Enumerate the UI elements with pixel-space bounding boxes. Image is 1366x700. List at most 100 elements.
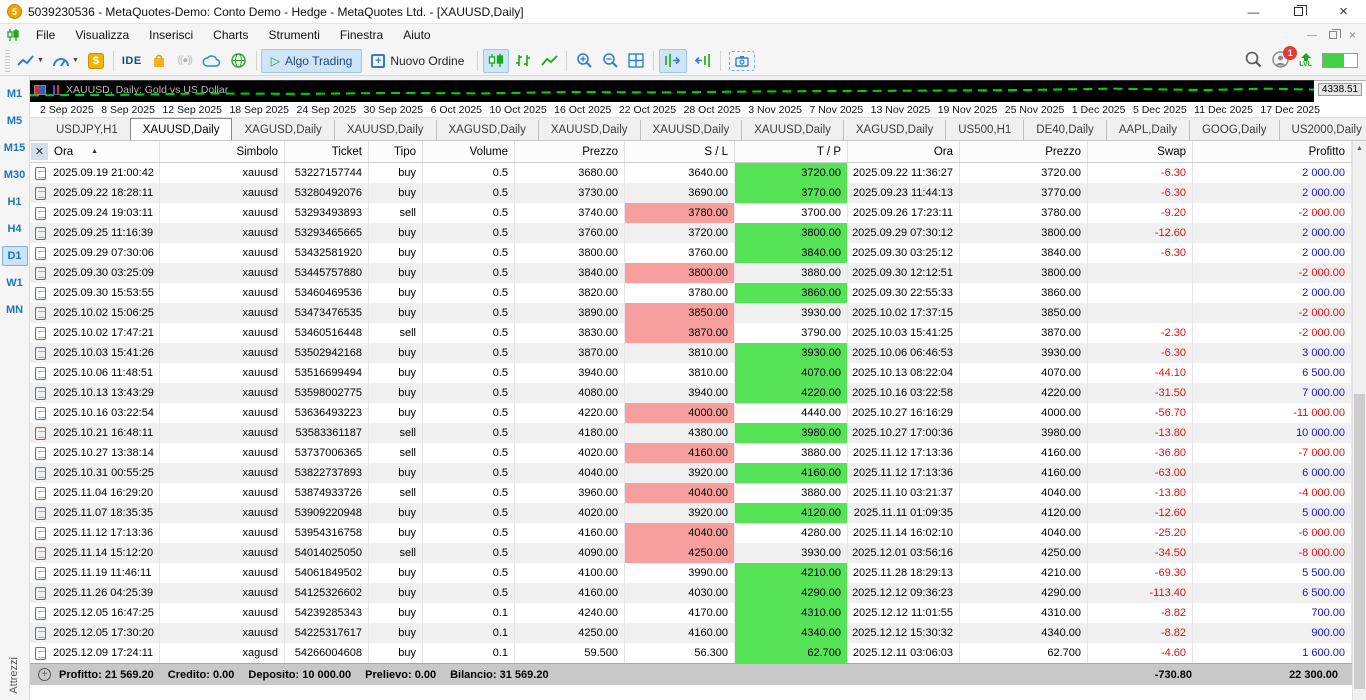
table-row[interactable]: 2025.10.31 00:55:25 xauusd 53822737893 b… xyxy=(30,463,1352,483)
chart-tab[interactable]: US2000,Daily xyxy=(1279,120,1366,140)
table-row[interactable]: 2025.12.09 17:24:11 xagusd 54266004608 b… xyxy=(30,643,1352,663)
one-click-trading-icon[interactable] xyxy=(51,85,61,95)
notifications-button[interactable]: 1 xyxy=(1272,51,1289,71)
chart-tab[interactable]: XAGUSD,Daily xyxy=(436,120,538,140)
chart-tab[interactable]: XAGUSD,Daily xyxy=(232,120,333,140)
market-button[interactable] xyxy=(147,49,171,73)
scrollbar-thumb[interactable] xyxy=(1354,394,1365,689)
col-header-sl[interactable]: S / L xyxy=(625,141,735,162)
indicators-button[interactable]: ▼ xyxy=(49,49,82,73)
timeframe-button[interactable]: H4 xyxy=(2,219,28,239)
table-row[interactable]: 2025.10.21 16:48:11 xauusd 53583361187 s… xyxy=(30,423,1352,443)
col-header-close-time[interactable]: Ora xyxy=(848,141,960,162)
timeframe-button[interactable]: M30 xyxy=(2,165,28,185)
table-row[interactable]: 2025.09.24 19:03:11 xauusd 53293493893 s… xyxy=(30,203,1352,223)
col-header-swap[interactable]: Swap xyxy=(1088,141,1193,162)
timeframe-button[interactable]: M15 xyxy=(2,138,28,158)
new-order-button[interactable]: + Nuovo Ordine xyxy=(362,49,473,73)
expand-icon[interactable]: + xyxy=(38,668,51,681)
levels-button[interactable]: LVL xyxy=(1299,53,1312,68)
menu-item[interactable]: File xyxy=(26,24,65,46)
candlestick-mode-button[interactable] xyxy=(483,49,509,73)
line-mode-button[interactable] xyxy=(537,49,561,73)
timeframe-button[interactable]: D1 xyxy=(2,246,28,266)
chart-tab[interactable]: GOOG,Daily xyxy=(1189,120,1279,140)
chart-tab[interactable]: XAUUSD,Daily xyxy=(538,120,640,140)
col-header-symbol[interactable]: Simbolo xyxy=(160,141,285,162)
table-row[interactable]: 2025.10.16 03:22:54 xauusd 53636493223 b… xyxy=(30,403,1352,423)
timeframe-button[interactable]: M1 xyxy=(2,84,28,104)
col-header-profit[interactable]: Profitto xyxy=(1193,141,1352,162)
scroll-up-icon[interactable]: ▲ xyxy=(1353,141,1366,155)
mdi-close-button[interactable]: × xyxy=(1349,28,1356,42)
community-button[interactable] xyxy=(227,49,251,73)
col-header-tp[interactable]: T / P xyxy=(735,141,848,162)
table-row[interactable]: 2025.11.26 04:25:39 xauusd 54125326602 b… xyxy=(30,583,1352,603)
table-row[interactable]: 2025.11.04 16:29:20 xauusd 53874933726 s… xyxy=(30,483,1352,503)
vps-button[interactable] xyxy=(199,49,225,73)
depth-of-market-icon[interactable] xyxy=(34,85,46,95)
chart-tab[interactable]: XAUUSD,Daily xyxy=(130,118,233,140)
chart-tab[interactable]: USDJPY,H1 xyxy=(44,120,130,140)
chart-tab[interactable]: XAUUSD,Daily xyxy=(640,120,742,140)
col-header-price[interactable]: Prezzo xyxy=(515,141,625,162)
menu-item[interactable]: Charts xyxy=(203,24,258,46)
table-row[interactable]: 2025.10.13 13:43:29 xauusd 53598002775 b… xyxy=(30,383,1352,403)
restore-button[interactable] xyxy=(1276,0,1321,23)
table-row[interactable]: 2025.11.14 15:12:20 xauusd 54014025050 s… xyxy=(30,543,1352,563)
zoom-in-button[interactable] xyxy=(572,49,596,73)
table-row[interactable]: 2025.12.05 16:47:25 xauusd 54239285343 b… xyxy=(30,603,1352,623)
mdi-restore-button[interactable] xyxy=(1329,31,1337,39)
scrollbar-track[interactable] xyxy=(1353,155,1366,700)
mdi-minimize-button[interactable]: — xyxy=(1307,30,1317,41)
timeframe-button[interactable]: H1 xyxy=(2,192,28,212)
col-header-close-price[interactable]: Prezzo xyxy=(960,141,1088,162)
chart-tab[interactable]: XAGUSD,Daily xyxy=(843,120,945,140)
tile-windows-button[interactable] xyxy=(624,49,648,73)
table-row[interactable]: 2025.09.19 21:00:42 xauusd 53227157744 b… xyxy=(30,163,1352,183)
table-row[interactable]: 2025.10.02 15:06:25 xauusd 53473476535 b… xyxy=(30,303,1352,323)
chart-tab[interactable]: XAUUSD,Daily xyxy=(741,120,843,140)
col-header-time[interactable]: ✕ Ora ▲ xyxy=(30,141,160,162)
minimize-button[interactable]: — xyxy=(1231,0,1276,23)
screenshot-button[interactable] xyxy=(726,49,758,73)
menu-item[interactable]: Inserisci xyxy=(139,24,203,46)
timeframe-button[interactable]: W1 xyxy=(2,273,28,293)
table-row[interactable]: 2025.10.02 17:47:21 xauusd 53460516448 s… xyxy=(30,323,1352,343)
table-row[interactable]: 2025.12.05 17:30:20 xauusd 54225317617 b… xyxy=(30,623,1352,643)
menu-item[interactable]: Finestra xyxy=(330,24,393,46)
table-row[interactable]: 2025.10.03 15:41:26 xauusd 53502942168 b… xyxy=(30,343,1352,363)
chart-tab[interactable]: US500,H1 xyxy=(945,120,1023,140)
chart-strip[interactable]: XAUUSD, Daily: Gold vs US Dollar 4338.51 xyxy=(30,80,1366,102)
table-row[interactable]: 2025.09.29 07:30:06 xauusd 53432581920 b… xyxy=(30,243,1352,263)
signals-button[interactable]: ((●)) xyxy=(173,49,197,73)
zoom-out-button[interactable] xyxy=(598,49,622,73)
table-row[interactable]: 2025.10.27 13:38:14 xauusd 53737006365 s… xyxy=(30,443,1352,463)
menu-item[interactable]: Strumenti xyxy=(259,24,330,46)
table-row[interactable]: 2025.09.25 11:16:39 xauusd 53293465665 b… xyxy=(30,223,1352,243)
col-header-type[interactable]: Tipo xyxy=(369,141,423,162)
close-button[interactable]: × xyxy=(1321,0,1366,23)
menu-item[interactable]: Aiuto xyxy=(393,24,440,46)
chart-tab[interactable]: DE40,Daily xyxy=(1023,120,1106,140)
chart-shift-button[interactable] xyxy=(689,49,715,73)
menu-item[interactable]: Visualizza xyxy=(65,24,139,46)
timeframe-button[interactable]: MN xyxy=(2,300,28,320)
chart-tab[interactable]: XAUUSD,Daily xyxy=(334,120,436,140)
toolbar-grip[interactable] xyxy=(5,50,10,72)
bars-mode-button[interactable] xyxy=(511,49,535,73)
chart-tab[interactable]: AAPL,Daily xyxy=(1106,120,1189,140)
toolbox-panel-label[interactable]: Attrezzi xyxy=(8,657,20,694)
table-row[interactable]: 2025.11.07 18:35:35 xauusd 53909220948 b… xyxy=(30,503,1352,523)
symbols-button[interactable]: $ xyxy=(84,49,108,73)
search-button[interactable] xyxy=(1245,51,1262,71)
auto-scroll-button[interactable] xyxy=(659,49,687,73)
vertical-scrollbar[interactable]: ▲ ▼ xyxy=(1352,141,1366,700)
table-row[interactable]: 2025.09.22 18:28:11 xauusd 53280492076 b… xyxy=(30,183,1352,203)
table-row[interactable]: 2025.09.30 15:53:55 xauusd 53460469536 b… xyxy=(30,283,1352,303)
chart-canvas[interactable]: XAUUSD, Daily: Gold vs US Dollar xyxy=(30,80,1314,102)
table-row[interactable]: 2025.10.06 11:48:51 xauusd 53516699494 b… xyxy=(30,363,1352,383)
algo-trading-button[interactable]: ▷ Algo Trading xyxy=(261,49,363,73)
timeframe-button[interactable]: M5 xyxy=(2,111,28,131)
table-row[interactable]: 2025.11.12 17:13:36 xauusd 53954316758 b… xyxy=(30,523,1352,543)
